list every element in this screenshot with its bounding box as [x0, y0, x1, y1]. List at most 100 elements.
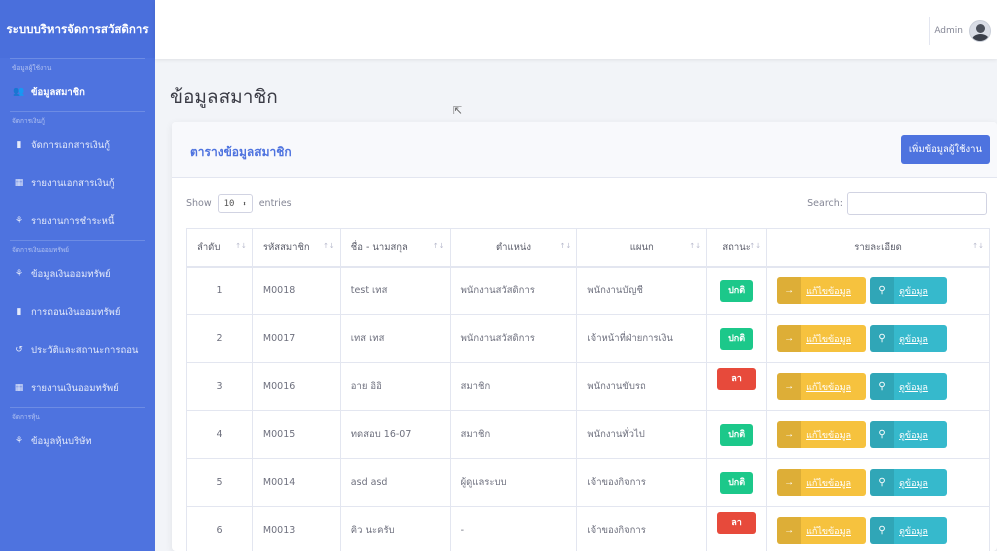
add-user-button[interactable]: เพิ่มข้อมูลผู้ใช้งาน: [900, 135, 990, 164]
column-header[interactable]: รายละเอียด ↑↓: [766, 228, 990, 268]
view-label: ดูข้อมูล: [899, 429, 928, 440]
cell-no: 1: [186, 266, 253, 315]
view-button[interactable]: ⚲ ดูข้อมูล: [870, 421, 948, 448]
page-title: ข้อมูลสมาชิก: [170, 86, 278, 108]
view-label: ดูข้อมูล: [899, 477, 928, 488]
user-menu[interactable]: Admin: [934, 20, 991, 42]
sort-icon: ↑↓: [323, 242, 335, 250]
edit-label: แก้ไขข้อมูล: [806, 429, 852, 440]
sidebar-heading: จัดการหุ้น: [12, 413, 40, 421]
sidebar-item-label: ประวัติและสถานะการถอน: [31, 344, 139, 356]
view-button[interactable]: ⚲ ดูข้อมูล: [870, 469, 948, 496]
column-header[interactable]: รหัสสมาชิก ↑↓: [251, 228, 341, 268]
table-row: 5 M0014 asd asd ผู้ดูแลระบบ เจ้าของกิจการ ปกต…: [186, 458, 990, 507]
table-header-row: ลำดับ ↑↓ รหัสสมาชิก ↑↓ ชื่อ - นามสกุล ↑↓ ตำแหน…: [186, 228, 990, 268]
cell-actions: → แก้ไขข้อมูล ⚲ ดูข้อมูล: [766, 362, 990, 411]
view-label: ดูข้อมูล: [899, 381, 928, 392]
cell-id: M0018: [251, 266, 341, 315]
sidebar-item[interactable]: ⚘ รายงานการชำระหนี้: [0, 202, 155, 240]
cell-no: 2: [186, 314, 253, 363]
view-button[interactable]: ⚲ ดูข้อมูล: [870, 373, 948, 400]
money-icon: ⚘: [14, 269, 24, 279]
view-label: ดูข้อมูล: [899, 333, 928, 344]
search-icon: ⚲: [870, 277, 895, 305]
edit-label: แก้ไขข้อมูล: [806, 477, 852, 488]
column-header[interactable]: ตำแหน่ง ↑↓: [449, 228, 578, 268]
edit-button[interactable]: → แก้ไขข้อมูล: [777, 373, 867, 400]
column-header[interactable]: สถานะ ↑↓: [706, 228, 768, 268]
cell-id: M0014: [251, 458, 341, 507]
sidebar-item[interactable]: ⚘ ข้อมูลเงินออมทรัพย์: [0, 255, 155, 293]
entries-value: 10: [223, 198, 235, 209]
sort-icon: ↑↓: [235, 242, 247, 250]
sidebar-item[interactable]: ▮ จัดการเอกสารเงินกู้: [0, 126, 155, 164]
money-icon: ⚘: [14, 216, 24, 226]
sort-icon: ↑↓: [432, 242, 445, 250]
sidebar-item[interactable]: ⚘ ข้อมูลหุ้นบริษัท: [0, 422, 155, 460]
cell-no: 5: [186, 458, 253, 507]
edit-label: แก้ไขข้อมูล: [806, 333, 852, 344]
cell-no: 6: [186, 506, 253, 551]
sidebar-item-label: ข้อมูลเงินออมทรัพย์: [31, 268, 111, 280]
entries-control: Show 10 ⬍ entries: [186, 194, 292, 213]
entries-select[interactable]: 10 ⬍: [217, 194, 253, 213]
cell-no: 3: [186, 362, 253, 411]
cell-dept: พนักงานบัญชี: [576, 266, 708, 315]
column-header-label: แผนก: [629, 241, 654, 253]
edit-label: แก้ไขข้อมูล: [806, 285, 852, 296]
sidebar-item[interactable]: ▮ การถอนเงินออมทรัพย์: [0, 293, 155, 331]
select-arrows-icon: ⬍: [242, 199, 247, 208]
column-header[interactable]: ลำดับ ↑↓: [186, 228, 253, 268]
table-icon: ▦: [14, 383, 24, 393]
cell-actions: → แก้ไขข้อมูล ⚲ ดูข้อมูล: [766, 506, 990, 551]
table-row: 4 M0015 ทดสอบ 16-07 สมาชิก พนักงานทั่วไป ปกติ…: [186, 410, 990, 459]
column-header[interactable]: ชื่อ - นามสกุล ↑↓: [339, 228, 451, 268]
cell-id: M0017: [251, 314, 341, 363]
edit-button[interactable]: → แก้ไขข้อมูล: [777, 469, 867, 496]
cell-position: สมาชิก: [449, 410, 578, 459]
sidebar-item[interactable]: ▦ รายงานเอกสารเงินกู้: [0, 164, 155, 202]
table-row: 3 M0016 อาย อิอิ สมาชิก พนักงานขับรถ ลาออก → แ…: [186, 362, 990, 411]
search-control: Search:: [807, 192, 987, 215]
view-button[interactable]: ⚲ ดูข้อมูล: [870, 517, 948, 544]
cell-position: -: [449, 506, 578, 551]
cell-id: M0015: [251, 410, 341, 459]
arrow-right-icon: →: [777, 517, 802, 544]
edit-button[interactable]: → แก้ไขข้อมูล: [777, 421, 867, 448]
cell-status: ปกติ: [706, 458, 768, 507]
view-button[interactable]: ⚲ ดูข้อมูล: [870, 277, 948, 305]
column-header[interactable]: แผนก ↑↓: [576, 228, 708, 268]
cell-position: ผู้ดูแลระบบ: [449, 458, 578, 507]
history-icon: ↺: [15, 345, 23, 355]
status-badge: ปกติ: [720, 327, 754, 350]
table-row: 1 M0018 test เทส พนักงานสวัสดิการ พนักงานบัญ…: [186, 266, 990, 315]
sidebar-item-label: การถอนเงินออมทรัพย์: [31, 306, 121, 318]
cell-name: asd asd: [339, 458, 451, 507]
view-label: ดูข้อมูล: [899, 285, 928, 296]
sidebar-item[interactable]: ↺ ประวัติและสถานะการถอน: [0, 331, 155, 369]
sidebar-item-label: จัดการเอกสารเงินกู้: [31, 139, 110, 151]
search-input[interactable]: [847, 192, 987, 215]
members-card: ตารางข้อมูลสมาชิก เพิ่มข้อมูลผู้ใช้งาน S…: [172, 122, 997, 551]
sidebar-item[interactable]: ▦ รายงานเงินออมทรัพย์: [0, 369, 155, 407]
cell-status: ปกติ: [706, 266, 768, 315]
edit-button[interactable]: → แก้ไขข้อมูล: [777, 325, 867, 352]
sidebar-item[interactable]: 👥 ข้อมูลสมาชิก: [0, 73, 155, 111]
edit-button[interactable]: → แก้ไขข้อมูล: [777, 517, 867, 544]
cell-name: ทดสอบ 16-07: [339, 410, 451, 459]
view-label: ดูข้อมูล: [899, 525, 928, 536]
cell-dept: พนักงานทั่วไป: [576, 410, 708, 459]
cell-status: ลาออก: [706, 362, 768, 411]
brand-title[interactable]: ระบบบริหารจัดการสวัสดิการ: [0, 0, 155, 58]
money-icon: ⚘: [14, 436, 24, 446]
view-button[interactable]: ⚲ ดูข้อมูล: [870, 325, 948, 352]
sort-icon: ↑↓: [559, 242, 572, 250]
sidebar-heading: ข้อมูลผู้ใช้งาน: [12, 64, 52, 72]
sort-icon: ↑↓: [749, 242, 762, 250]
column-header-label: รายละเอียด: [854, 241, 902, 253]
column-header-label: ลำดับ: [197, 241, 221, 253]
users-icon: 👥: [13, 87, 25, 97]
edit-button[interactable]: → แก้ไขข้อมูล: [777, 277, 867, 305]
cell-dept: เจ้าของกิจการ: [576, 506, 708, 551]
cell-name: เทส เทส: [339, 314, 451, 363]
